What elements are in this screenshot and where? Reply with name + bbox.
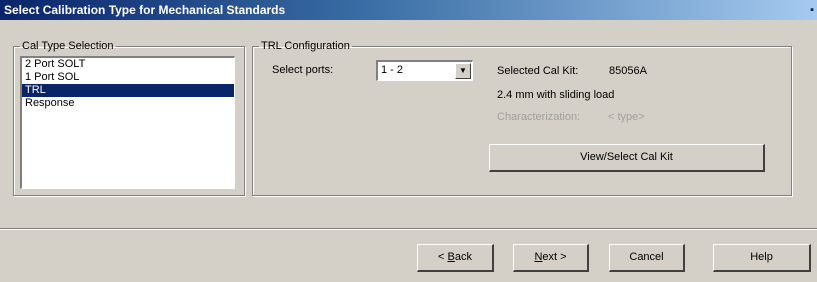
window-title: Select Calibration Type for Mechanical S… xyxy=(4,3,286,17)
title-bar: Select Calibration Type for Mechanical S… xyxy=(0,0,817,20)
next-rest: ext > xyxy=(542,251,567,263)
selected-cal-kit-value: 85056A xyxy=(609,65,647,77)
cancel-button[interactable]: Cancel xyxy=(609,244,685,272)
ports-select[interactable]: 1 - 2 ▼ xyxy=(376,60,473,81)
list-item-response[interactable]: Response xyxy=(22,97,234,110)
back-prefix: < xyxy=(438,251,448,263)
list-item-1-port-sol[interactable]: 1 Port SOL xyxy=(22,71,234,84)
cal-kit-description: 2.4 mm with sliding load xyxy=(497,89,615,101)
close-icon[interactable]: ▪ xyxy=(810,0,814,20)
chevron-down-icon[interactable]: ▼ xyxy=(455,63,471,79)
select-ports-label: Select ports: xyxy=(272,64,334,76)
view-select-cal-kit-button[interactable]: View/Select Cal Kit xyxy=(489,144,765,172)
cal-type-listbox[interactable]: 2 Port SOLT 1 Port SOL TRL Response xyxy=(20,56,235,189)
ports-select-value: 1 - 2 xyxy=(381,64,404,76)
selected-cal-kit-label: Selected Cal Kit: xyxy=(497,65,579,77)
characterization-label: Characterization: xyxy=(497,111,581,123)
next-button[interactable]: Next > xyxy=(513,244,589,272)
back-button[interactable]: < Back xyxy=(417,244,494,272)
help-button[interactable]: Help xyxy=(713,244,811,272)
calibration-dialog: Select Calibration Type for Mechanical S… xyxy=(0,0,817,282)
characterization-value: < type> xyxy=(608,111,645,123)
list-item-2-port-solt[interactable]: 2 Port SOLT xyxy=(22,58,234,71)
back-rest: ack xyxy=(454,251,472,263)
trl-config-group-label: TRL Configuration xyxy=(261,40,350,52)
help-label: Help xyxy=(750,251,773,263)
list-item-trl[interactable]: TRL xyxy=(22,84,234,97)
footer-separator xyxy=(0,228,817,230)
back-mnemonic: B xyxy=(447,251,455,263)
view-select-cal-kit-label: View/Select Cal Kit xyxy=(580,151,673,163)
cancel-label: Cancel xyxy=(629,251,664,263)
cal-type-group-label: Cal Type Selection xyxy=(22,40,114,52)
